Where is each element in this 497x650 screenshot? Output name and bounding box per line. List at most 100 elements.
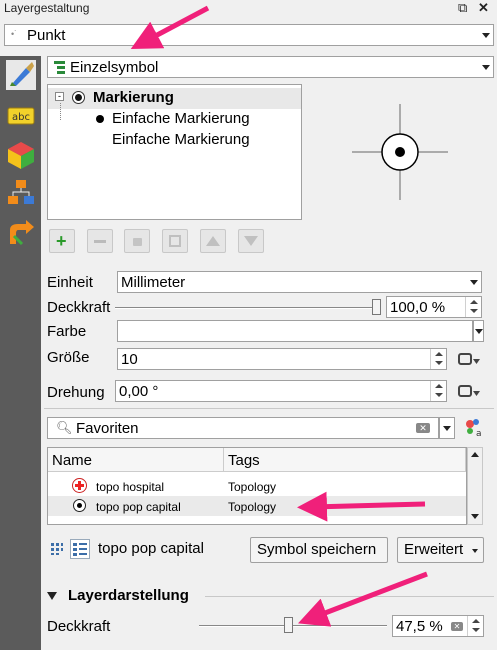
minus-icon: [94, 240, 106, 243]
symbol-layer-tree[interactable]: - Markierung Einfache Markierung Einfach…: [47, 84, 302, 220]
clear-icon[interactable]: ✕: [416, 423, 430, 433]
move-up-button[interactable]: [200, 229, 226, 253]
unit-label: Einheit: [47, 274, 93, 291]
collapse-section-icon[interactable]: [47, 592, 57, 600]
plus-icon: +: [56, 231, 67, 251]
pop-capital-icon: [73, 499, 86, 512]
actions-icon[interactable]: [6, 218, 36, 248]
advanced-button[interactable]: Erweitert: [397, 537, 484, 563]
remove-symbol-layer-button[interactable]: [87, 229, 113, 253]
layer-opacity-label: Deckkraft: [47, 618, 111, 635]
list-item[interactable]: topo hospital Topology: [48, 476, 466, 496]
renderer-type-select[interactable]: •˙ Punkt: [4, 24, 494, 46]
advanced-button-label: Erweitert: [404, 541, 464, 558]
color-button[interactable]: [117, 320, 473, 342]
style-tabs-sidebar: abc: [0, 56, 41, 650]
style-manager-icon[interactable]: a: [464, 418, 484, 439]
spin-buttons[interactable]: [467, 616, 483, 636]
selected-symbol-name: topo pop capital: [98, 540, 204, 557]
opacity-label: Deckkraft: [47, 299, 111, 316]
chevron-down-icon: [482, 33, 490, 38]
data-defined-override-icon[interactable]: [458, 351, 482, 369]
color-dropdown-button[interactable]: [473, 320, 484, 342]
close-icon[interactable]: ✕: [478, 0, 489, 16]
tree-item[interactable]: Einfache Markierung: [48, 103, 301, 130]
svg-text:a: a: [476, 429, 482, 438]
hospital-cross-icon: [72, 478, 87, 493]
layer-opacity-spinbox[interactable]: 47,5 % ✕: [392, 615, 484, 637]
column-header-name[interactable]: Name: [48, 448, 224, 472]
marker-preview-graphic: [352, 104, 448, 200]
save-symbol-button[interactable]: Symbol speichern: [250, 537, 388, 563]
symbology-brush-icon[interactable]: [6, 60, 36, 90]
size-spinbox[interactable]: 10: [117, 348, 447, 370]
symbol-list[interactable]: Name Tags topo hospital Topology topo po…: [47, 447, 467, 525]
symbol-list-scrollbar[interactable]: [467, 447, 483, 525]
layer-opacity-slider-handle[interactable]: [284, 617, 294, 633]
collapse-icon[interactable]: -: [55, 92, 64, 101]
symbol-search-value: Favoriten: [76, 420, 139, 437]
svg-text:abc: abc: [12, 112, 30, 123]
renderer-type-value: Punkt: [27, 27, 66, 44]
tree-connector: [60, 103, 61, 120]
search-icon: 🔍︎: [56, 420, 73, 435]
list-item-name: topo hospital: [96, 480, 165, 494]
labels-abc-icon[interactable]: abc: [6, 102, 36, 132]
chevron-down-icon: [470, 280, 478, 285]
tree-item-label: Einfache Markierung: [112, 110, 250, 127]
duplicate-icon: [169, 235, 181, 247]
panel-titlebar: Layergestaltung ⧉ ✕: [0, 0, 497, 18]
3d-view-cube-icon[interactable]: [6, 140, 36, 170]
rotation-label: Drehung: [47, 384, 105, 401]
column-header-tags[interactable]: Tags: [224, 448, 466, 472]
clear-icon[interactable]: ✕: [451, 622, 463, 631]
chevron-down-icon: [472, 549, 478, 553]
marker-symbol-icon: [72, 91, 85, 104]
rotation-spinbox[interactable]: 0,00 °: [115, 380, 447, 402]
spin-buttons[interactable]: [465, 297, 481, 317]
list-item[interactable]: topo pop capital Topology: [48, 496, 466, 516]
symbol-opacity-slider[interactable]: [115, 307, 381, 309]
diagrams-icon[interactable]: [6, 178, 36, 208]
restore-icon[interactable]: ⧉: [458, 0, 467, 16]
rotation-value: 0,00 °: [119, 383, 159, 400]
spin-buttons[interactable]: [430, 381, 446, 401]
symbol-preview: [304, 84, 497, 220]
divider: [44, 408, 494, 409]
layer-opacity-value: 47,5 %: [396, 618, 443, 635]
panel-title: Layergestaltung: [4, 1, 90, 15]
size-label: Größe: [47, 349, 90, 366]
arrow-down-icon: [244, 236, 258, 246]
move-down-button[interactable]: [238, 229, 264, 253]
symbol-opacity-value: 100,0 %: [390, 299, 446, 316]
list-item-tags: Topology: [228, 500, 277, 514]
symbol-search-input[interactable]: 🔍︎ Favoriten ✕: [47, 417, 439, 439]
arrow-up-icon: [206, 236, 220, 246]
chevron-down-icon: [482, 65, 490, 70]
scroll-down-icon[interactable]: [471, 514, 479, 519]
bullet-icon: [96, 115, 104, 123]
duplicate-symbol-layer-button[interactable]: [162, 229, 188, 253]
tree-item-label: Einfache Markierung: [112, 131, 250, 148]
symbol-type-select[interactable]: Einzelsymbol: [47, 56, 494, 78]
list-view-icon[interactable]: [70, 539, 90, 559]
search-group-select[interactable]: [439, 417, 455, 439]
symbol-type-value: Einzelsymbol: [70, 59, 159, 76]
spin-buttons[interactable]: [430, 349, 446, 369]
layer-rendering-title: Layerdarstellung: [68, 587, 189, 604]
lock-symbol-layer-button[interactable]: [124, 229, 150, 253]
chevron-down-icon: [475, 329, 483, 334]
scroll-up-icon[interactable]: [471, 452, 479, 457]
tree-item-root[interactable]: - Markierung: [48, 88, 301, 109]
symbol-opacity-spinbox[interactable]: 100,0 %: [386, 296, 482, 318]
tree-item[interactable]: Einfache Markierung: [48, 130, 301, 151]
add-symbol-layer-button[interactable]: +: [49, 229, 75, 253]
unit-select[interactable]: Millimeter: [117, 271, 482, 293]
chevron-down-icon: [443, 426, 451, 431]
section-divider: [205, 596, 494, 597]
unit-value: Millimeter: [121, 274, 186, 291]
symbol-opacity-slider-handle[interactable]: [372, 299, 381, 315]
data-defined-override-icon[interactable]: [458, 383, 482, 401]
list-item-name: topo pop capital: [96, 500, 181, 514]
icon-view-icon[interactable]: [50, 542, 64, 556]
